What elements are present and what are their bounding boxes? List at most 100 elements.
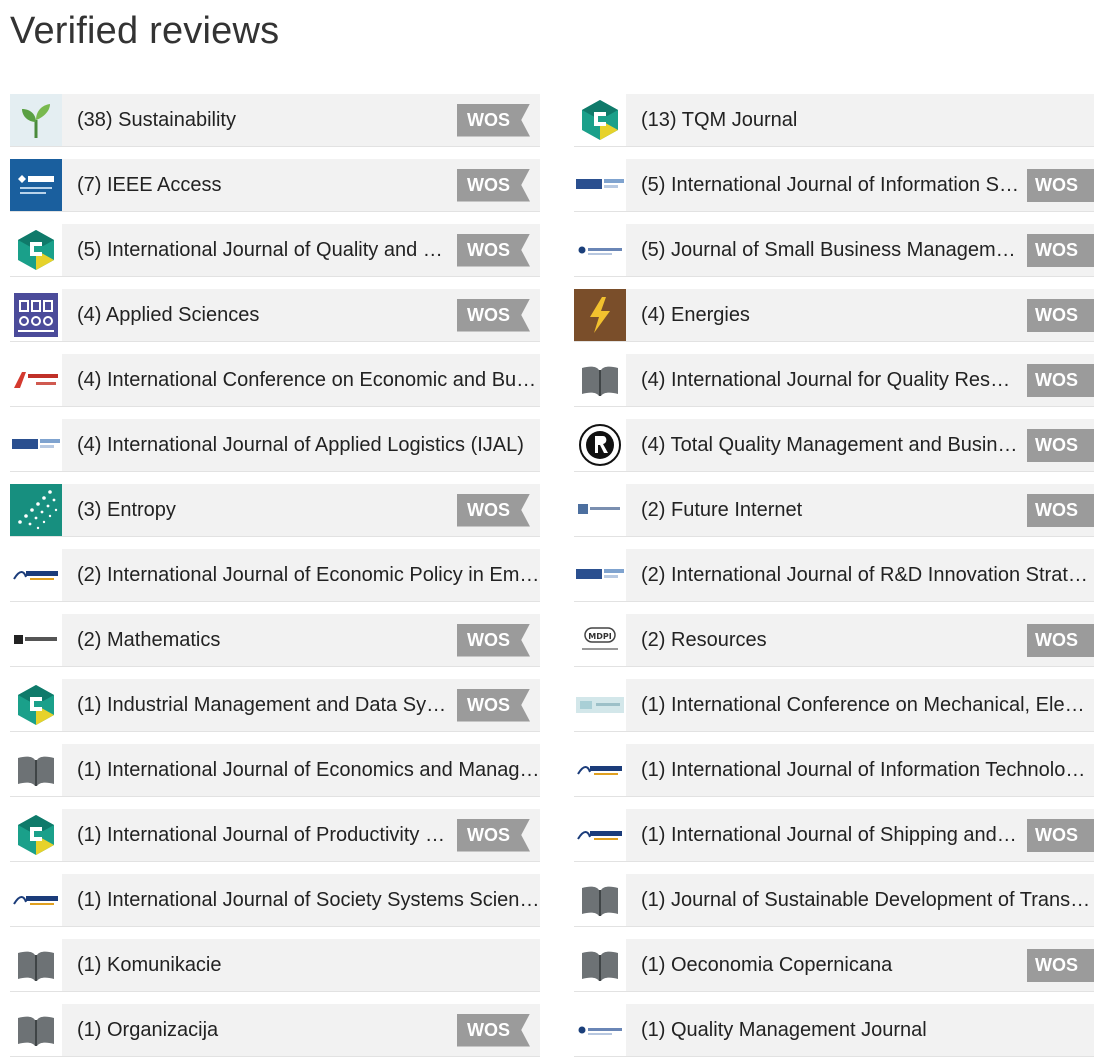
futureinternet-logo	[574, 484, 626, 536]
wos-badge: WOS	[457, 623, 530, 657]
review-item-right-13[interactable]: (1) Journal of Sustainable Development o…	[574, 874, 1094, 927]
journal-name[interactable]: (1) International Journal of Productivit…	[62, 824, 449, 847]
journal-name[interactable]: (3) Entropy	[62, 499, 449, 522]
review-item-right-8[interactable]: (2) International Journal of R&D Innovat…	[574, 549, 1094, 602]
conference-logo	[574, 679, 626, 731]
igi-logo	[10, 419, 62, 471]
book-icon	[10, 939, 62, 991]
journal-name[interactable]: (1) International Journal of Shipping an…	[626, 824, 1019, 847]
journal-name[interactable]: (4) International Conference on Economic…	[62, 369, 540, 392]
wos-badge: WOS	[1027, 623, 1094, 657]
journal-name[interactable]: (4) International Journal of Applied Log…	[62, 434, 540, 457]
wos-badge: WOS	[1027, 428, 1094, 462]
review-item-right-7[interactable]: (2) Future Internet WOS	[574, 484, 1094, 537]
review-item-right-1[interactable]: (13) TQM Journal	[574, 94, 1094, 147]
journal-name[interactable]: (5) Journal of Small Business Management	[626, 239, 1019, 262]
review-item-right-11[interactable]: (1) International Journal of Information…	[574, 744, 1094, 797]
book-icon	[574, 354, 626, 406]
igi-logo	[574, 549, 626, 601]
inderscience-logo	[10, 549, 62, 601]
review-item-right-9[interactable]: MDPI (2) Resources WOS	[574, 614, 1094, 667]
emerald-logo	[574, 94, 626, 146]
review-item-left-13[interactable]: (1) International Journal of Society Sys…	[10, 874, 540, 927]
journal-name[interactable]: (4) Applied Sciences	[62, 304, 449, 327]
journal-name[interactable]: (2) Future Internet	[626, 499, 1019, 522]
review-item-left-14[interactable]: (1) Komunikacie	[10, 939, 540, 992]
review-item-left-4[interactable]: (4) Applied Sciences WOS	[10, 289, 540, 342]
igi-logo	[574, 159, 626, 211]
review-item-left-9[interactable]: (2) Mathematics WOS	[10, 614, 540, 667]
wos-badge: WOS	[1027, 233, 1094, 267]
journal-name[interactable]: (1) International Journal of Information…	[626, 759, 1094, 782]
review-item-right-3[interactable]: (5) Journal of Small Business Management…	[574, 224, 1094, 277]
review-item-left-1[interactable]: (38) Sustainability WOS	[10, 94, 540, 147]
review-item-right-14[interactable]: (1) Oeconomia Copernicana WOS	[574, 939, 1094, 992]
review-item-left-6[interactable]: (4) International Journal of Applied Log…	[10, 419, 540, 472]
wos-badge: WOS	[1027, 493, 1094, 527]
journal-name[interactable]: (5) International Journal of Quality and…	[62, 239, 449, 262]
taylor-logo	[574, 1004, 626, 1056]
review-item-left-8[interactable]: (2) International Journal of Economic Po…	[10, 549, 540, 602]
wos-badge: WOS	[1027, 948, 1094, 982]
journal-name[interactable]: (1) International Conference on Mechanic…	[626, 694, 1094, 717]
review-item-right-5[interactable]: (4) International Journal for Quality Re…	[574, 354, 1094, 407]
reviews-grid: (38) Sustainability WOS (13) TQM Journal (7…	[10, 94, 1094, 1057]
journal-name[interactable]: (38) Sustainability	[62, 109, 449, 132]
wos-badge: WOS	[457, 168, 530, 202]
review-item-right-12[interactable]: (1) International Journal of Shipping an…	[574, 809, 1094, 862]
review-item-right-10[interactable]: (1) International Conference on Mechanic…	[574, 679, 1094, 732]
emerald-logo	[10, 679, 62, 731]
taylor-logo	[574, 224, 626, 276]
journal-name[interactable]: (4) Total Quality Management and Busines…	[626, 434, 1019, 457]
wos-badge: WOS	[457, 818, 530, 852]
emerald-logo	[10, 224, 62, 276]
review-item-left-15[interactable]: (1) Organizacija WOS	[10, 1004, 540, 1057]
review-item-left-11[interactable]: (1) International Journal of Economics a…	[10, 744, 540, 797]
journal-name[interactable]: (4) International Journal for Quality Re…	[626, 369, 1019, 392]
journal-name[interactable]: (2) International Journal of R&D Innovat…	[626, 564, 1094, 587]
wos-badge: WOS	[457, 233, 530, 267]
journal-name[interactable]: (13) TQM Journal	[626, 109, 1094, 132]
inderscience-logo	[10, 874, 62, 926]
review-item-left-5[interactable]: (4) International Conference on Economic…	[10, 354, 540, 407]
review-item-right-2[interactable]: (5) International Journal of Information…	[574, 159, 1094, 212]
wos-badge: WOS	[1027, 363, 1094, 397]
journal-name[interactable]: (5) International Journal of Information…	[626, 174, 1019, 197]
review-item-left-10[interactable]: (1) Industrial Management and Data Syste…	[10, 679, 540, 732]
mathematics-logo	[10, 614, 62, 666]
mdpi-logo: MDPI	[574, 614, 626, 666]
journal-name[interactable]: (2) Resources	[626, 629, 1019, 652]
routledge-logo	[574, 419, 626, 471]
review-item-left-7[interactable]: (3) Entropy WOS	[10, 484, 540, 537]
review-item-right-6[interactable]: (4) Total Quality Management and Busines…	[574, 419, 1094, 472]
review-item-left-2[interactable]: (7) IEEE Access WOS	[10, 159, 540, 212]
journal-name[interactable]: (2) International Journal of Economic Po…	[62, 564, 540, 587]
journal-name[interactable]: (1) Oeconomia Copernicana	[626, 954, 1019, 977]
wos-badge: WOS	[457, 103, 530, 137]
book-icon	[10, 1004, 62, 1056]
journal-name[interactable]: (7) IEEE Access	[62, 174, 449, 197]
journal-name[interactable]: (1) Journal of Sustainable Development o…	[626, 889, 1094, 912]
wos-badge: WOS	[457, 1013, 530, 1047]
sprout-icon	[10, 94, 62, 146]
ieee-logo	[10, 159, 62, 211]
review-item-right-4[interactable]: (4) Energies WOS	[574, 289, 1094, 342]
inderscience-logo	[574, 809, 626, 861]
journal-name[interactable]: (1) Organizacija	[62, 1019, 449, 1042]
journal-name[interactable]: (1) Quality Management Journal	[626, 1019, 1094, 1042]
book-icon	[10, 744, 62, 796]
journal-name[interactable]: (1) International Journal of Economics a…	[62, 759, 540, 782]
wos-badge: WOS	[1027, 168, 1094, 202]
emerald-logo	[10, 809, 62, 861]
journal-name[interactable]: (1) Industrial Management and Data Syste…	[62, 694, 449, 717]
journal-name[interactable]: (2) Mathematics	[62, 629, 449, 652]
book-icon	[574, 874, 626, 926]
journal-name[interactable]: (1) Komunikacie	[62, 954, 540, 977]
journal-name[interactable]: (4) Energies	[626, 304, 1019, 327]
journal-name[interactable]: (1) International Journal of Society Sys…	[62, 889, 540, 912]
wos-badge: WOS	[457, 688, 530, 722]
inderscience-logo	[574, 744, 626, 796]
review-item-left-12[interactable]: (1) International Journal of Productivit…	[10, 809, 540, 862]
review-item-left-3[interactable]: (5) International Journal of Quality and…	[10, 224, 540, 277]
review-item-right-15[interactable]: (1) Quality Management Journal	[574, 1004, 1094, 1057]
